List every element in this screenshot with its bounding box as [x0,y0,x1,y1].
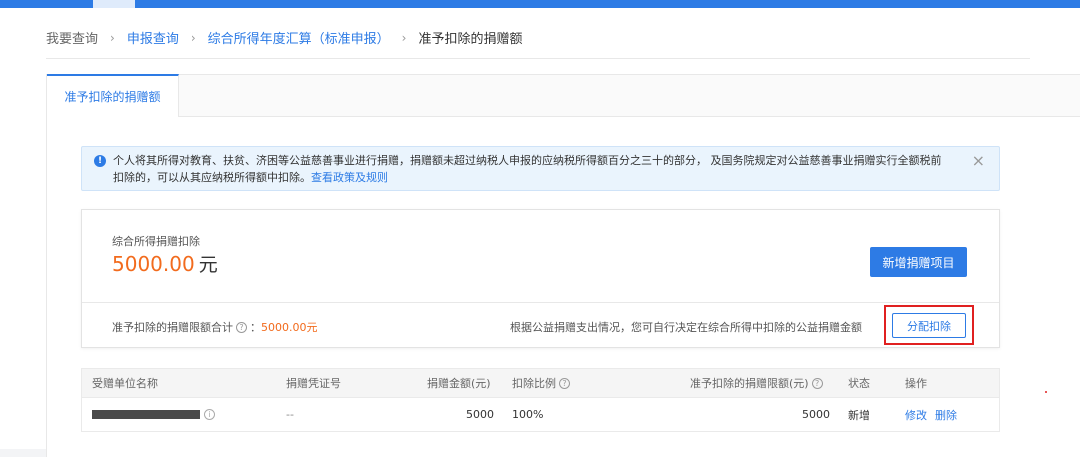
deduction-limit: 5000 [802,408,830,421]
summary-amount: 5000.00 元 [112,250,218,277]
breadcrumb-item-query: 我要查询 [46,32,99,47]
header-amount: 捐赠金额(元) [427,377,491,390]
edit-link[interactable]: 修改 [905,407,927,423]
add-donation-button[interactable]: 新增捐赠项目 [870,247,967,277]
breadcrumb-separator-icon: › [110,30,115,45]
row-actions: 修改 删除 [905,398,965,431]
allocation-hint: 根据公益捐赠支出情况，您可自行决定在综合所得中扣除的公益捐赠金额 [510,321,862,334]
policy-rules-link[interactable]: 查看政策及规则 [311,171,388,184]
header-limit: 准予扣除的捐赠限额(元)? [690,369,826,397]
breadcrumb-separator-icon: › [190,30,196,45]
page-content: 我要查询 › 申报查询 › 综合所得年度汇算（标准申报） › 准予扣除的捐赠额 … [0,8,1080,457]
tab-deductible-donation[interactable]: 准予扣除的捐赠额 [47,74,179,117]
header-actions: 操作 [905,377,927,390]
donation-amount: 5000 [466,408,494,421]
table-row: i -- 5000 100% 5000 新增 修改 删除 [81,398,1000,432]
summary-label: 综合所得捐赠扣除 [112,235,200,248]
summary-amount-value: 5000.00 [112,252,195,276]
deduction-ratio: 100% [512,408,544,421]
breadcrumb-divider [46,58,1030,59]
breadcrumb-item-current: 准予扣除的捐赠额 [418,32,523,47]
recipient-name: i [92,398,215,431]
close-icon[interactable]: × [972,152,985,169]
row-status: 新增 [848,408,870,422]
info-icon[interactable]: i [204,409,215,420]
donation-panel: 准予扣除的捐赠额 ! 个人将其所得对教育、扶贫、济困等公益慈善事业进行捐赠，捐赠… [46,74,1080,457]
header-ratio-label: 扣除比例 [512,377,556,390]
header-voucher: 捐赠凭证号 [286,377,341,390]
delete-link[interactable]: 删除 [935,407,957,423]
donation-table: 受赠单位名称 捐赠凭证号 捐赠金额(元) 扣除比例? 准予扣除的捐赠限额(元)?… [81,368,1000,432]
header-recipient: 受赠单位名称 [92,377,158,390]
breadcrumb-separator-icon: › [401,30,407,45]
header-status: 状态 [848,377,870,390]
breadcrumb-item-annual-settlement[interactable]: 综合所得年度汇算（标准申报） [208,28,390,47]
policy-notice: ! 个人将其所得对教育、扶贫、济困等公益慈善事业进行捐赠，捐赠额未超过纳税人申报… [81,146,1000,191]
breadcrumb-item-declaration-query[interactable]: 申报查询 [127,28,179,47]
deduction-limit-total: 准予扣除的捐赠限额合计 ? ： 5000.00元 [112,319,318,335]
limit-label: 准予扣除的捐赠限额合计 [112,321,233,334]
table-header: 受赠单位名称 捐赠凭证号 捐赠金额(元) 扣除比例? 准予扣除的捐赠限额(元)?… [81,368,1000,398]
deduction-summary-card: 综合所得捐赠扣除 5000.00 元 新增捐赠项目 准予扣除的捐赠限额合计 ? ：… [81,209,1000,348]
allocate-deduction-button[interactable]: 分配扣除 [892,313,966,338]
notice-text: 个人将其所得对教育、扶贫、济困等公益慈善事业进行捐赠，捐赠额未超过纳税人申报的应… [113,154,942,184]
question-icon[interactable]: ? [236,321,247,333]
limit-value: 5000.00元 [261,321,318,334]
highlight-box: 分配扣除 [884,305,974,345]
tab-bar: 准予扣除的捐赠额 [47,74,1080,117]
header-ratio: 扣除比例? [512,369,573,397]
summary-amount-unit: 元 [198,254,218,276]
header-limit-label: 准予扣除的捐赠限额(元) [690,377,809,390]
redacted-name [92,410,200,419]
stray-dot [1045,391,1047,393]
limit-colon: ： [250,321,261,334]
voucher-number: -- [286,408,294,421]
summary-divider [82,302,999,303]
top-nav-bar [0,0,1080,8]
top-nav-active-marker [93,0,135,8]
question-icon[interactable]: ? [559,377,570,389]
info-icon: ! [94,155,106,167]
breadcrumb: 我要查询 › 申报查询 › 综合所得年度汇算（标准申报） › 准予扣除的捐赠额 [46,28,523,48]
question-icon[interactable]: ? [811,377,823,389]
